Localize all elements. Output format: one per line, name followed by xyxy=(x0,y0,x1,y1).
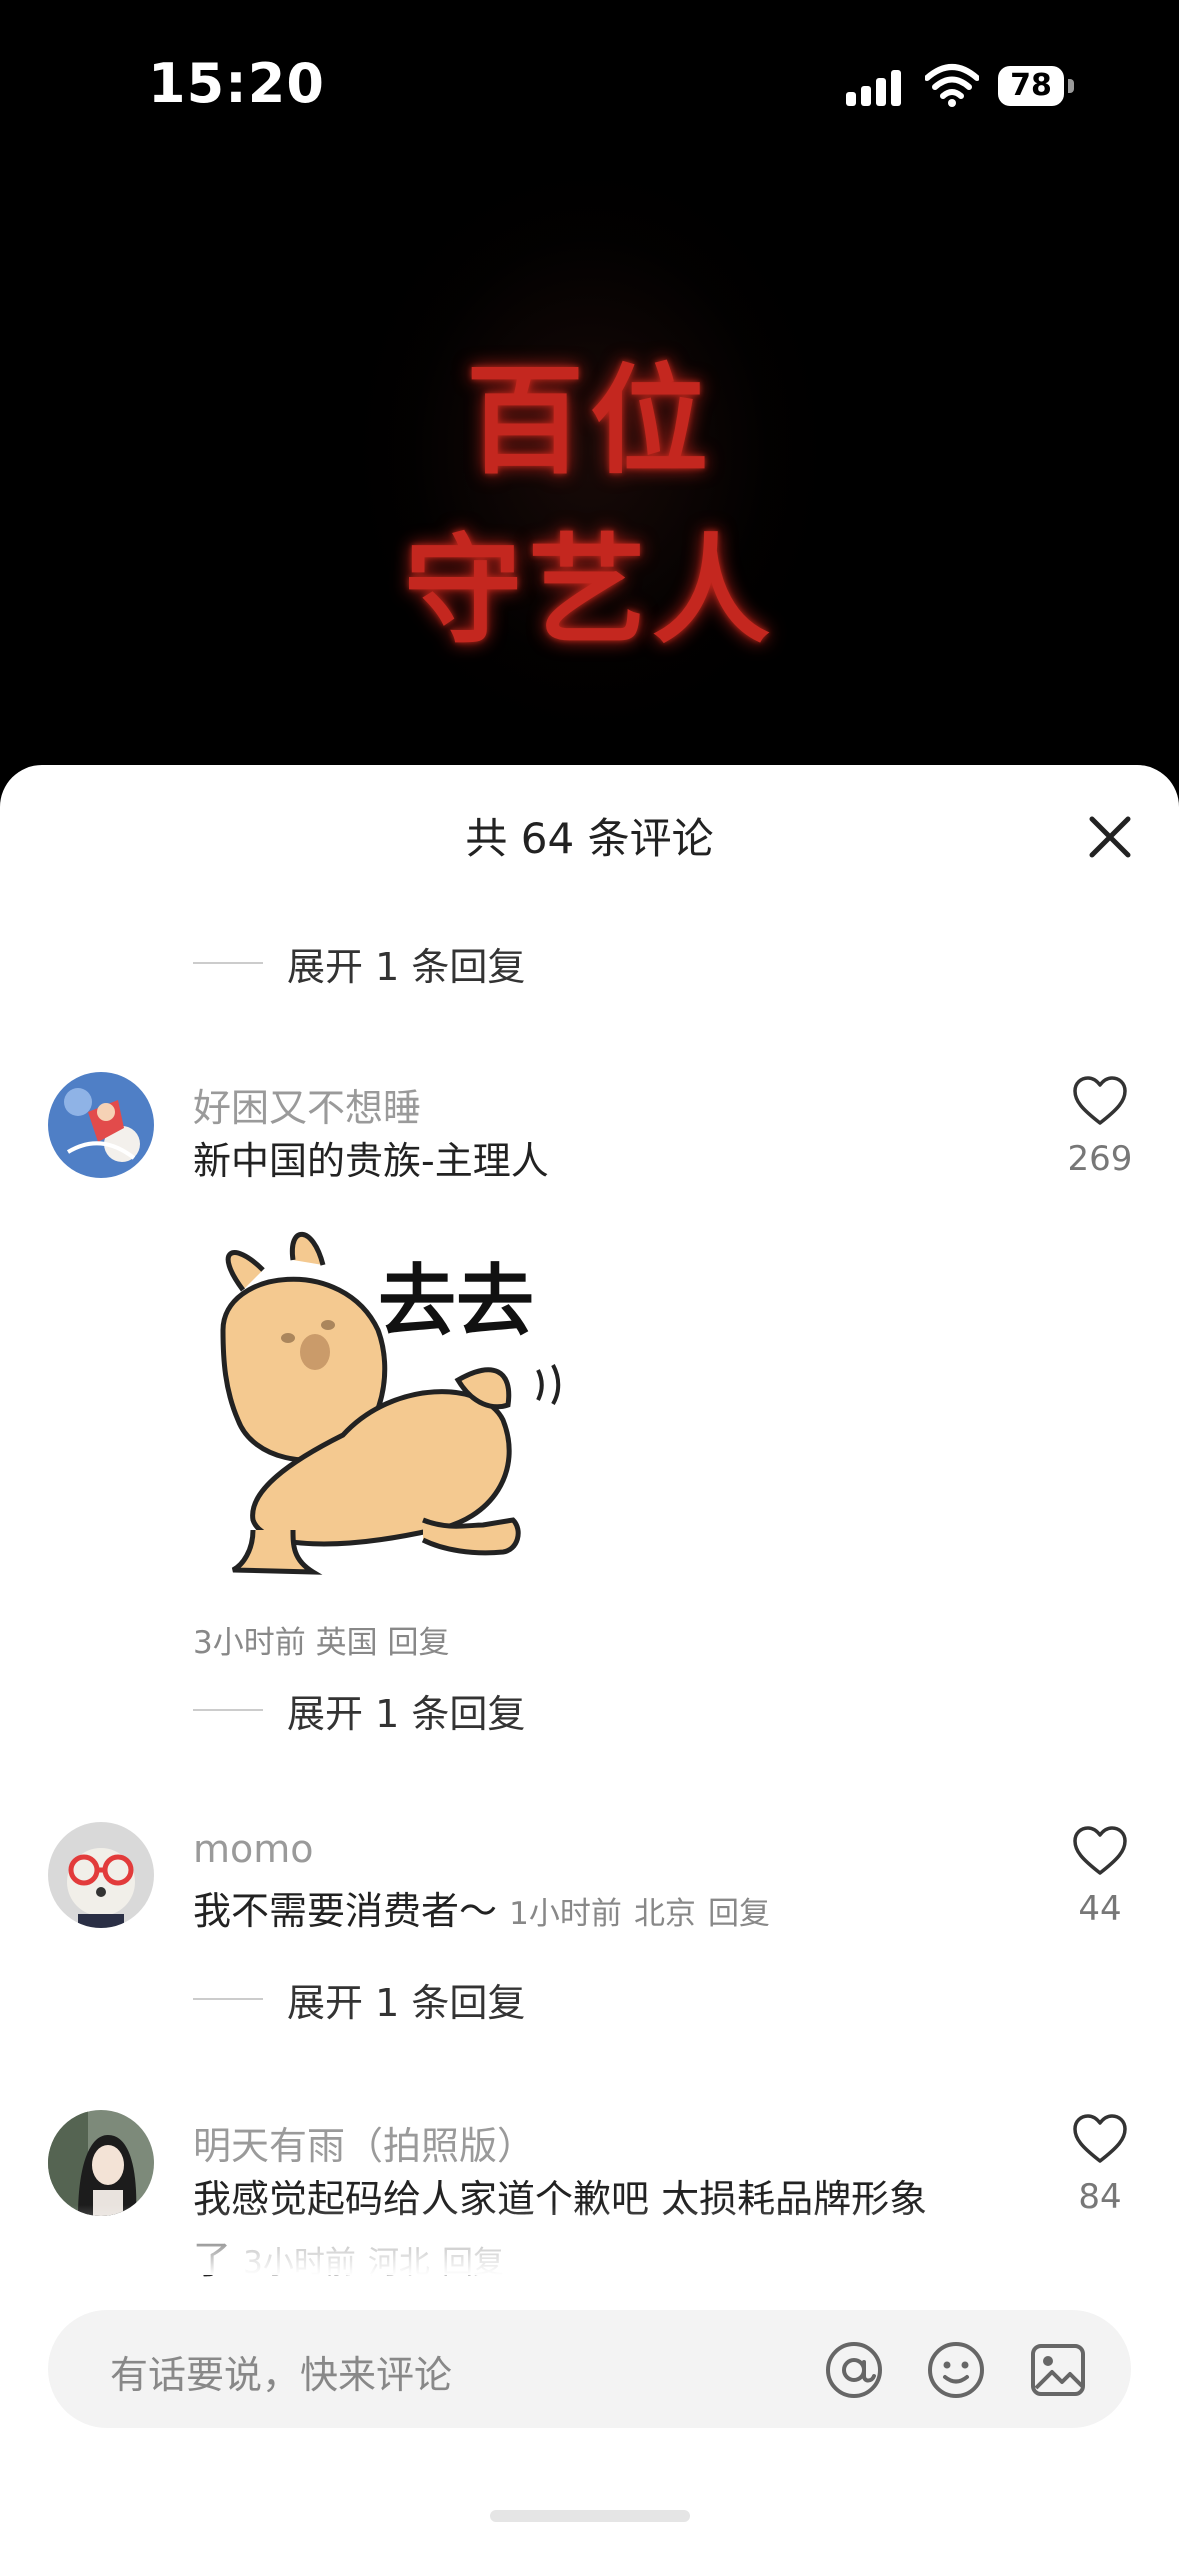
image-icon[interactable] xyxy=(1028,2340,1088,2400)
avatar[interactable] xyxy=(48,2110,154,2216)
comment-input-placeholder[interactable]: 有话要说，快来评论 xyxy=(110,2344,452,2399)
battery-tip xyxy=(1068,79,1074,93)
comment-username[interactable]: 明天有雨（拍照版） xyxy=(193,2115,535,2170)
sticker-image[interactable]: 去去 xyxy=(193,1220,653,1580)
expand-replies-label: 展开 1 条回复 xyxy=(287,1691,526,1736)
avatar[interactable] xyxy=(48,1822,154,1928)
expand-divider xyxy=(193,1709,263,1711)
reply-button[interactable]: 回复 xyxy=(708,1896,770,1932)
expand-divider xyxy=(193,1998,263,2000)
comment-username[interactable]: 好困又不想睡 xyxy=(193,1077,421,1132)
expand-replies-label: 展开 1 条回复 xyxy=(287,944,526,989)
list-fade xyxy=(0,2205,1179,2275)
sticker-drawing: 去去 xyxy=(220,1231,561,1575)
avatar[interactable] xyxy=(48,1072,154,1178)
comment-input-bar[interactable]: 有话要说，快来评论 xyxy=(48,2310,1131,2428)
like-count: 44 xyxy=(1078,1889,1122,1929)
avatar-image xyxy=(48,1072,154,1178)
comment-location: 北京 xyxy=(633,1896,696,1932)
reply-button[interactable]: 回复 xyxy=(387,1625,449,1661)
cellular-signal-icon xyxy=(846,70,901,106)
comment-count-title: 共 64 条评论 xyxy=(465,814,714,863)
comment-username[interactable]: momo xyxy=(193,1827,314,1871)
comment-text: 新中国的贵族-主理人 xyxy=(193,1139,549,1183)
comment-location: 英国 xyxy=(315,1625,378,1661)
emoji-icon[interactable] xyxy=(926,2340,986,2400)
heart-icon xyxy=(1073,1826,1127,1875)
comment-time: 3小时前 xyxy=(193,1625,306,1661)
avatar-image xyxy=(48,2110,154,2216)
comment-time: 1小时前 xyxy=(509,1896,622,1932)
expand-replies-button[interactable]: 展开 1 条回复 xyxy=(193,1969,525,2029)
sticker-caption: 去去 xyxy=(378,1257,534,1347)
avatar-image xyxy=(48,1822,154,1928)
heart-icon xyxy=(1073,2114,1127,2163)
at-icon[interactable] xyxy=(824,2340,884,2400)
like-count: 269 xyxy=(1067,1139,1133,1179)
status-time: 15:20 xyxy=(148,52,325,115)
comment-text-row: 我不需要消费者～ 1小时前 北京 回复 xyxy=(193,1886,770,1939)
expand-replies-label: 展开 1 条回复 xyxy=(287,1980,526,2025)
comment-text: 我不需要消费者～ xyxy=(193,1889,498,1933)
expand-divider xyxy=(193,962,263,964)
expand-replies-button[interactable]: 展开 1 条回复 xyxy=(193,1680,525,1740)
video-title-line2: 守艺人 xyxy=(403,522,776,660)
close-icon[interactable] xyxy=(1080,807,1140,867)
like-button[interactable]: 269 xyxy=(1060,1075,1140,1179)
comment-meta: 3小时前 英国 回复 xyxy=(193,1617,449,1662)
like-button[interactable]: 44 xyxy=(1060,1825,1140,1929)
like-button[interactable]: 84 xyxy=(1060,2113,1140,2217)
battery-indicator: 78 xyxy=(998,66,1074,106)
wifi-icon xyxy=(925,64,979,107)
home-indicator xyxy=(490,2510,690,2522)
heart-icon xyxy=(1073,1076,1127,1125)
status-bar: 15:20 78 xyxy=(0,0,1179,170)
expand-replies-button[interactable]: 展开 1 条回复 xyxy=(193,933,525,993)
comment-sheet: 共 64 条评论 展开 1 条回复 好困又不想睡 新中国的贵族-主理人 269 xyxy=(0,765,1179,2556)
video-title-line1: 百位 xyxy=(465,352,714,490)
battery-level: 78 xyxy=(998,66,1064,106)
